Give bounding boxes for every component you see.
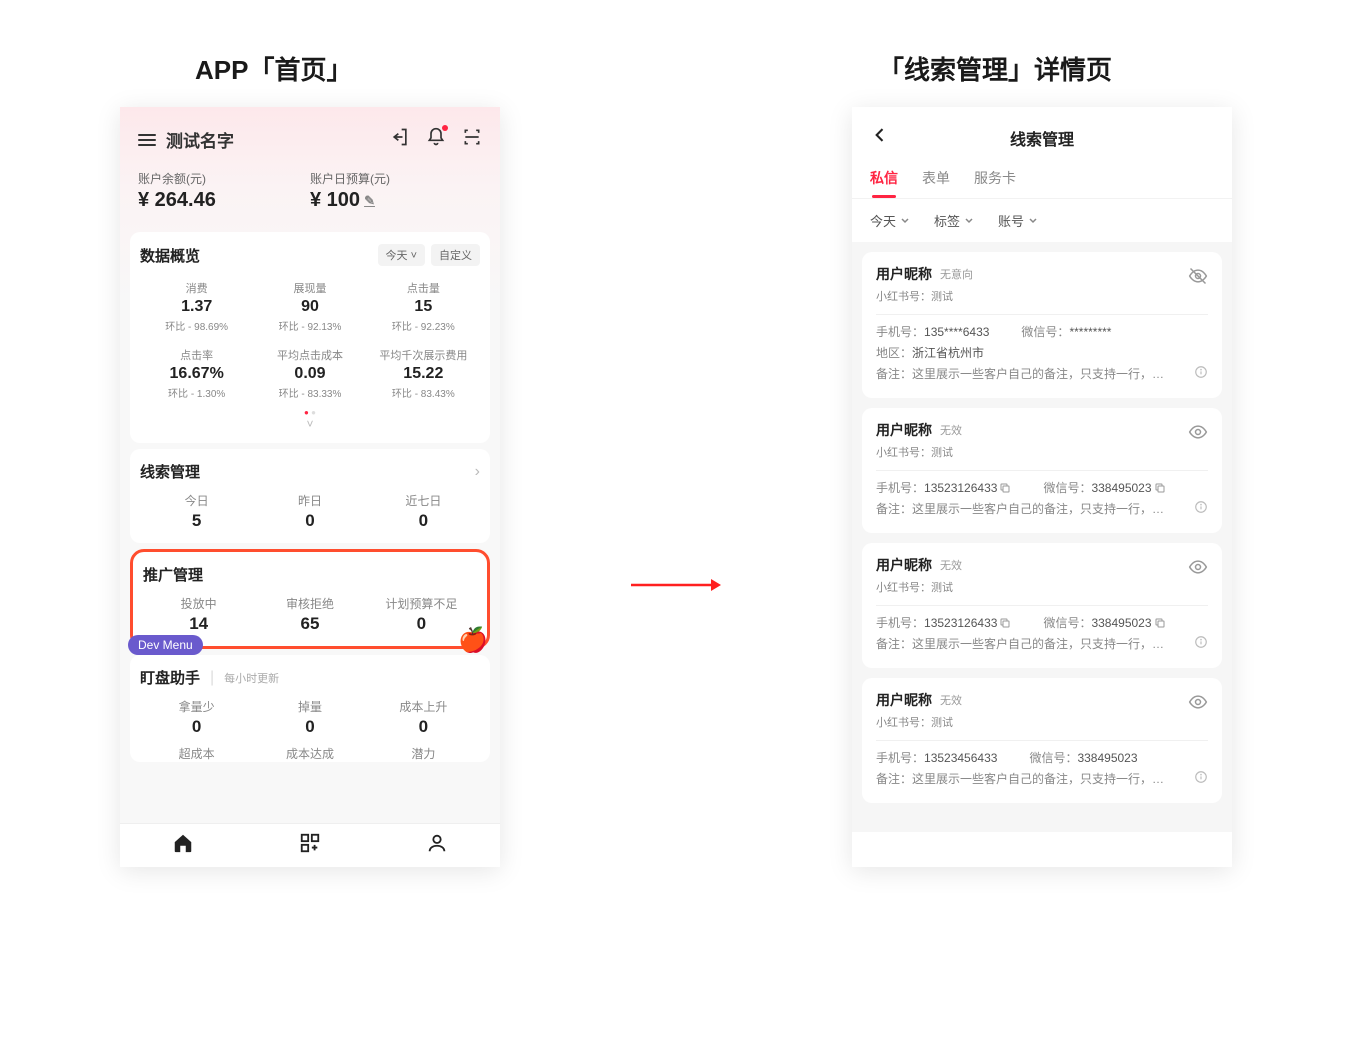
chip-today[interactable]: 今天 ˅ [378, 244, 425, 266]
leads-card[interactable]: 线索管理 › 今日5昨日0近七日0 [130, 449, 490, 543]
filter-dropdown[interactable]: 今天 [870, 211, 910, 230]
metric-item: 展现量90环比 - 92.13% [253, 276, 366, 337]
chip-custom[interactable]: 自定义 [431, 244, 480, 266]
nav-home-icon[interactable] [172, 832, 194, 859]
stat-item: 今日5 [140, 492, 253, 531]
lead-card[interactable]: 用户昵称无效 小红书号：测试 手机号：13523456433微信号：338495… [862, 678, 1222, 803]
eye-icon[interactable] [1188, 422, 1208, 447]
copy-icon[interactable] [1152, 616, 1166, 630]
overview-card: 数据概览 今天 ˅ 自定义 消费1.37环比 - 98.69%展现量90环比 -… [130, 232, 490, 443]
metric-item: 点击量15环比 - 92.23% [367, 276, 480, 337]
copy-icon[interactable] [1152, 481, 1166, 495]
metric-item: 平均点击成本0.09环比 - 83.33% [253, 343, 366, 404]
tab-1[interactable]: 表单 [922, 162, 950, 198]
nav-apps-icon[interactable] [299, 832, 321, 859]
detail-screen: 线索管理 私信表单服务卡 今天 标签 账号 用户昵称无意向 小红书号：测试 手机… [852, 107, 1232, 867]
nav-profile-icon[interactable] [426, 832, 448, 859]
eye-icon[interactable] [1188, 692, 1208, 717]
info-icon[interactable] [1194, 635, 1208, 652]
info-icon[interactable] [1194, 770, 1208, 787]
lead-card[interactable]: 用户昵称无效 小红书号：测试 手机号：13523126433微信号：338495… [862, 408, 1222, 533]
detail-title: 线索管理 [890, 126, 1194, 150]
budget-value: ¥ 100 [310, 189, 360, 212]
promo-title: 推广管理 [143, 564, 477, 585]
stat-item: 掉量0 [253, 698, 366, 737]
bottom-nav [120, 823, 500, 867]
stat-item: 潜力 [367, 745, 480, 762]
stat-item: 近七日0 [367, 492, 480, 531]
tab-2[interactable]: 服务卡 [974, 162, 1016, 198]
stat-item: 投放中14 [143, 595, 254, 634]
apple-icon: 🍎 [458, 626, 488, 655]
bell-icon[interactable] [426, 127, 446, 152]
stat-item: 拿量少0 [140, 698, 253, 737]
filter-dropdown[interactable]: 标签 [934, 211, 974, 230]
enter-icon[interactable] [390, 127, 410, 152]
promo-card[interactable]: 推广管理 投放中14审核拒绝65计划预算不足0 [130, 549, 490, 649]
metric-item: 点击率16.67%环比 - 1.30% [140, 343, 253, 404]
eye-icon[interactable] [1188, 557, 1208, 582]
page-title-left: APP「首页」 [195, 50, 352, 87]
page-title-right: 「线索管理」详情页 [878, 50, 1112, 87]
monitor-hint: 每小时更新 [224, 670, 279, 686]
edit-icon[interactable]: ✎ [364, 193, 375, 209]
copy-icon[interactable] [997, 616, 1011, 630]
arrow-icon [631, 573, 721, 602]
lead-card[interactable]: 用户昵称无意向 小红书号：测试 手机号：135****6433微信号：*****… [862, 252, 1222, 398]
chevron-right-icon[interactable]: › [475, 463, 480, 481]
stat-item: 审核拒绝65 [254, 595, 365, 634]
tab-0[interactable]: 私信 [870, 162, 898, 198]
stat-item: 昨日0 [253, 492, 366, 531]
hamburger-icon[interactable] [138, 131, 156, 149]
balance-label: 账户余额(元) [138, 170, 310, 187]
stat-item: 成本达成 [253, 745, 366, 762]
home-screen: 测试名字 账户余额(元) ¥ 264.46 账户日预算(元) ¥ 100 ✎ [120, 107, 500, 867]
stat-item: 超成本 [140, 745, 253, 762]
scan-icon[interactable] [462, 127, 482, 152]
budget-label: 账户日预算(元) [310, 170, 482, 187]
account-name: 测试名字 [166, 127, 390, 152]
balance-value: ¥ 264.46 [138, 189, 310, 212]
overview-title: 数据概览 [140, 245, 372, 266]
expand-chevron-icon[interactable]: ˅ [140, 417, 480, 431]
filter-dropdown[interactable]: 账号 [998, 211, 1038, 230]
metric-item: 消费1.37环比 - 98.69% [140, 276, 253, 337]
home-header: 测试名字 [120, 107, 500, 162]
monitor-title: 盯盘助手 [140, 667, 200, 688]
back-icon[interactable] [870, 125, 890, 150]
monitor-card: 盯盘助手 | 每小时更新 拿量少0掉量0成本上升0 超成本成本达成潜力 [130, 655, 490, 762]
lead-card[interactable]: 用户昵称无效 小红书号：测试 手机号：13523126433微信号：338495… [862, 543, 1222, 668]
copy-icon[interactable] [997, 481, 1011, 495]
info-icon[interactable] [1194, 500, 1208, 517]
leads-title: 线索管理 [140, 461, 475, 482]
eye-icon[interactable] [1188, 266, 1208, 291]
stat-item: 成本上升0 [367, 698, 480, 737]
metric-item: 平均千次展示费用15.22环比 - 83.43% [367, 343, 480, 404]
dev-menu-badge[interactable]: Dev Menu [128, 635, 203, 655]
info-icon[interactable] [1194, 365, 1208, 382]
pager-dots: ● ● [140, 408, 480, 417]
